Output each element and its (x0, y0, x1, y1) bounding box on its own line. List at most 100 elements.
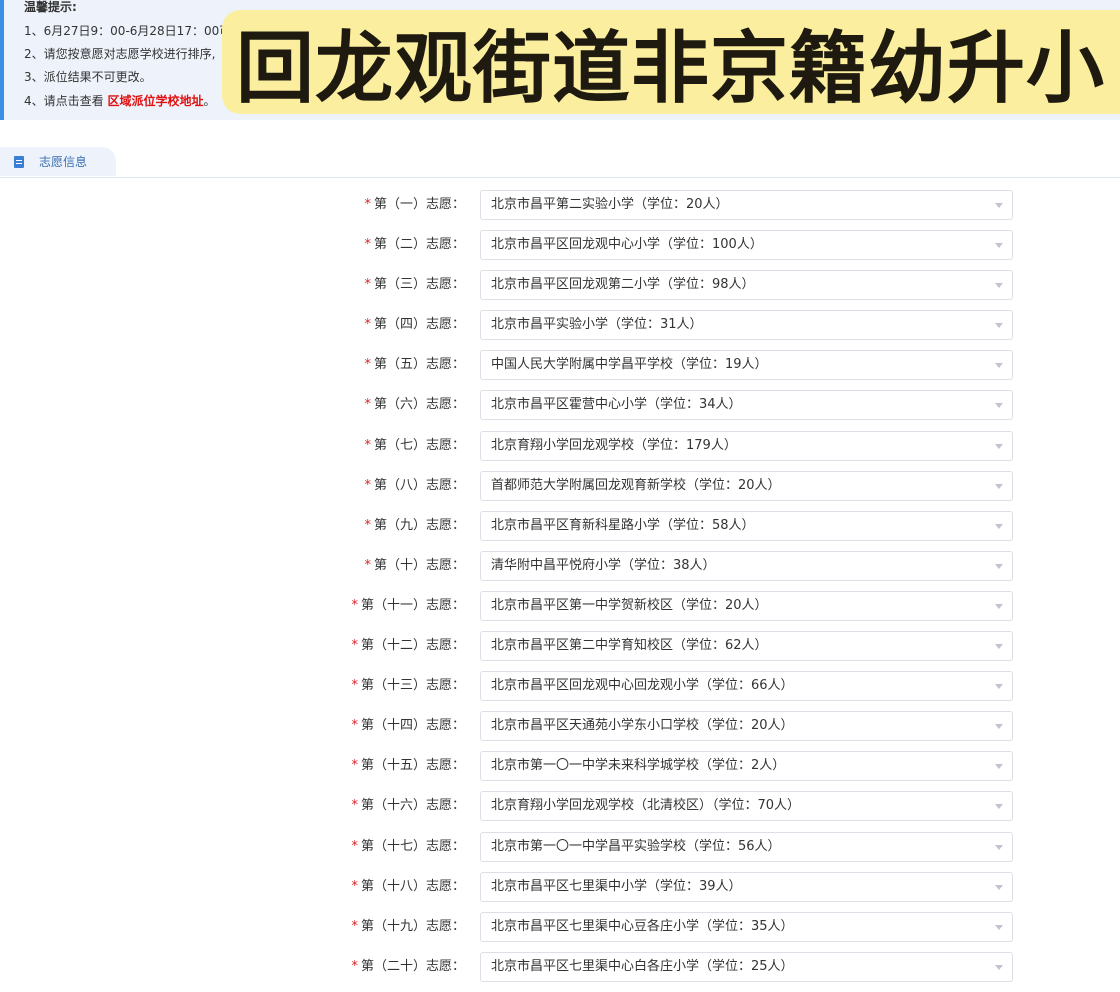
chevron-down-icon (995, 603, 1003, 609)
required-mark: * (351, 597, 358, 613)
chevron-down-icon (995, 764, 1003, 770)
chevron-down-icon (995, 563, 1003, 569)
chevron-down-icon (995, 483, 1003, 489)
choice-label: * 第（十六）志愿： (351, 791, 465, 821)
chevron-down-icon (995, 844, 1003, 850)
school-select[interactable]: 北京市昌平区第一中学贺新校区（学位：20人） (480, 590, 1013, 621)
tab-volunteer-info[interactable]: 志愿信息 (0, 147, 116, 176)
school-select-value: 北京市昌平区七里渠中心白各庄小学（学位：25人） (491, 958, 794, 974)
choice-row: * 第（十八）志愿： 北京市昌平区七里渠中小学（学位：39人） (0, 871, 1120, 912)
required-mark: * (351, 638, 358, 654)
school-select[interactable]: 北京市昌平区第二中学育知校区（学位：62人） (480, 631, 1013, 662)
choice-label: * 第（三）志愿： (364, 270, 465, 300)
school-select-value: 北京市昌平区第二中学育知校区（学位：62人） (491, 638, 768, 654)
school-select-value: 北京市昌平区霍营中心小学（学位：34人） (491, 397, 742, 413)
required-mark: * (351, 678, 358, 694)
school-select-value: 北京市第一〇一中学未来科学城学校（学位：2人） (491, 758, 786, 774)
choice-label: * 第（二十）志愿： (351, 952, 465, 982)
school-select-value: 中国人民大学附属中学昌平学校（学位：19人） (491, 357, 768, 373)
chevron-down-icon (995, 644, 1003, 650)
school-address-link[interactable]: 区域派位学校地址 (107, 94, 203, 108)
school-select-value: 北京市昌平区七里渠中心豆各庄小学（学位：35人） (491, 918, 794, 934)
choice-label-text: 第（七）志愿： (373, 437, 465, 453)
required-mark: * (364, 397, 371, 413)
school-select[interactable]: 北京市昌平区七里渠中心豆各庄小学（学位：35人） (480, 911, 1013, 942)
school-select[interactable]: 北京育翔小学回龙观学校（学位：179人） (480, 430, 1013, 461)
choice-row: * 第（十五）志愿： 北京市第一〇一中学未来科学城学校（学位：2人） (0, 751, 1120, 791)
school-select[interactable]: 北京市第一〇一中学未来科学城学校（学位：2人） (480, 751, 1013, 782)
school-select-value: 北京市昌平区回龙观中心小学（学位：100人） (491, 237, 763, 253)
school-select-value: 北京市昌平区育新科星路小学（学位：58人） (491, 517, 755, 533)
school-select[interactable]: 北京市第一〇一中学昌平实验学校（学位：56人） (480, 831, 1013, 862)
choice-label: * 第（十五）志愿： (351, 751, 465, 781)
school-select[interactable]: 北京市昌平区回龙观第二小学（学位：98人） (480, 270, 1013, 301)
chevron-down-icon (995, 243, 1003, 249)
school-select[interactable]: 清华附中昌平悦府小学（学位：38人） (480, 550, 1013, 581)
chevron-down-icon (995, 884, 1003, 890)
school-select[interactable]: 北京市昌平区回龙观中心回龙观小学（学位：66人） (480, 671, 1013, 702)
choice-label: * 第（十七）志愿： (351, 832, 465, 862)
school-select-value: 首都师范大学附属回龙观育新学校（学位：20人） (491, 477, 781, 493)
school-select[interactable]: 北京市昌平区七里渠中心白各庄小学（学位：25人） (480, 951, 1013, 982)
chevron-down-icon (995, 684, 1003, 690)
required-mark: * (351, 958, 358, 974)
choice-row: * 第（一）志愿： 北京市昌平第二实验小学（学位：20人） (0, 190, 1120, 230)
choice-row: * 第（十二）志愿： 北京市昌平区第二中学育知校区（学位：62人） (0, 631, 1120, 671)
notice-line-4: 4、请点击查看 区域派位学校地址。 (24, 92, 215, 109)
school-select-value: 北京市昌平实验小学（学位：31人） (491, 317, 703, 333)
choice-row: * 第（七）志愿： 北京育翔小学回龙观学校（学位：179人） (0, 430, 1120, 471)
school-select[interactable]: 北京市昌平实验小学（学位：31人） (480, 310, 1013, 341)
choice-label: * 第（一）志愿： (364, 190, 465, 220)
school-select[interactable]: 中国人民大学附属中学昌平学校（学位：19人） (480, 350, 1013, 381)
choice-label: * 第（十四）志愿： (351, 711, 465, 741)
notice-line-3: 3、派位结果不可更改。 (24, 70, 152, 84)
choice-label: * 第（十三）志愿： (351, 671, 465, 701)
school-select-value: 北京市昌平区天通苑小学东小口学校（学位：20人） (491, 718, 794, 734)
chevron-down-icon (995, 443, 1003, 449)
choice-label: * 第（十二）志愿： (351, 631, 465, 661)
choice-label: * 第（四）志愿： (364, 310, 465, 340)
school-select-value: 清华附中昌平悦府小学（学位：38人） (491, 557, 716, 573)
school-select[interactable]: 北京市昌平区天通苑小学东小口学校（学位：20人） (480, 711, 1013, 742)
choice-label-text: 第（九）志愿： (373, 517, 465, 533)
school-select[interactable]: 首都师范大学附属回龙观育新学校（学位：20人） (480, 470, 1013, 501)
school-select[interactable]: 北京育翔小学回龙观学校（北清校区）（学位：70人） (480, 791, 1013, 822)
required-mark: * (351, 838, 358, 854)
choice-row: * 第（二十）志愿： 北京市昌平区七里渠中心白各庄小学（学位：25人） (0, 951, 1120, 992)
choice-label: * 第（二）志愿： (364, 230, 465, 260)
required-mark: * (351, 718, 358, 734)
chevron-down-icon (995, 283, 1003, 289)
choice-label-text: 第（十七）志愿： (360, 838, 465, 854)
notice-title: 温馨提示: (24, 0, 77, 14)
choice-label: * 第（八）志愿： (364, 471, 465, 501)
chevron-down-icon (995, 724, 1003, 730)
notice-line-4-prefix: 4、请点击查看 (24, 94, 108, 108)
choice-label-text: 第（五）志愿： (373, 357, 465, 373)
school-select-value: 北京市昌平区七里渠中小学（学位：39人） (491, 878, 742, 894)
choice-label-text: 第（八）志愿： (373, 477, 465, 493)
school-select-value: 北京育翔小学回龙观学校（学位：179人） (491, 437, 737, 453)
choice-label-text: 第（六）志愿： (373, 397, 465, 413)
school-select[interactable]: 北京市昌平区回龙观中心小学（学位：100人） (480, 230, 1013, 261)
school-select[interactable]: 北京市昌平区霍营中心小学（学位：34人） (480, 390, 1013, 421)
required-mark: * (364, 317, 371, 333)
chevron-down-icon (995, 203, 1003, 208)
choice-row: * 第（二）志愿： 北京市昌平区回龙观中心小学（学位：100人） (0, 230, 1120, 270)
school-select[interactable]: 北京市昌平区七里渠中小学（学位：39人） (480, 871, 1013, 902)
choice-label-text: 第（十）志愿： (373, 557, 465, 573)
school-select-value: 北京市昌平区回龙观第二小学（学位：98人） (491, 277, 755, 293)
choice-label: * 第（十一）志愿： (351, 591, 465, 621)
choice-row: * 第（三）志愿： 北京市昌平区回龙观第二小学（学位：98人） (0, 270, 1120, 310)
choice-label: * 第（六）志愿： (364, 390, 465, 420)
choice-row: * 第（四）志愿： 北京市昌平实验小学（学位：31人） (0, 310, 1120, 350)
chevron-down-icon (995, 363, 1003, 369)
choice-row: * 第（十六）志愿： 北京育翔小学回龙观学校（北清校区）（学位：70人） (0, 791, 1120, 831)
choice-label-text: 第（三）志愿： (373, 277, 465, 293)
school-select[interactable]: 北京市昌平第二实验小学（学位：20人） (480, 190, 1013, 220)
choice-label-text: 第（十六）志愿： (360, 798, 465, 814)
choice-label-text: 第（十三）志愿： (360, 678, 465, 694)
choice-row: * 第（九）志愿： 北京市昌平区育新科星路小学（学位：58人） (0, 510, 1120, 551)
choice-label: * 第（十）志愿： (364, 551, 465, 581)
school-select[interactable]: 北京市昌平区育新科星路小学（学位：58人） (480, 510, 1013, 541)
choice-label-text: 第（十八）志愿： (360, 878, 465, 894)
